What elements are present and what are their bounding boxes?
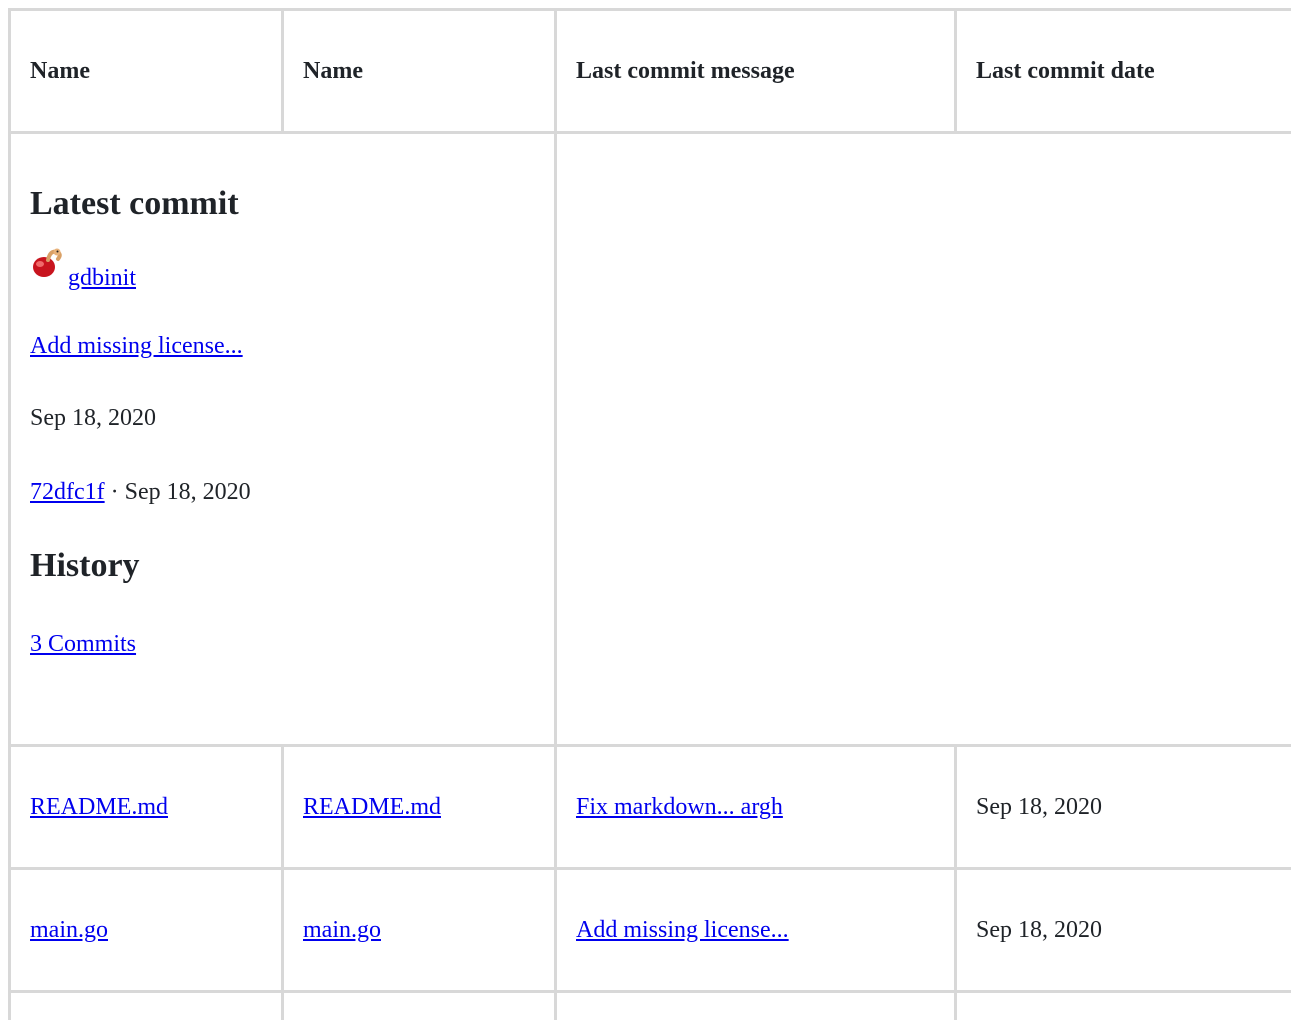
file-link-main-go[interactable]: main.go — [30, 917, 108, 943]
file-name-cell-2: main.go — [281, 867, 557, 993]
commit-sha-link[interactable]: 72dfc1f — [30, 479, 105, 505]
latest-commit-cell: Latest commit gdbinit Add missing licens… — [8, 131, 557, 747]
file-name-cell: README.md — [8, 744, 284, 870]
commit-message-link-main-go[interactable]: Add missing license... — [576, 917, 789, 943]
commit-sha-date: Sep 18, 2020 — [124, 479, 251, 505]
latest-commit-row: Latest commit gdbinit Add missing licens… — [8, 131, 1291, 747]
empty-cell — [281, 990, 557, 1020]
table-row: main.go main.go Add missing license... S… — [8, 867, 1291, 993]
latest-commit-date: Sep 18, 2020 — [30, 405, 156, 431]
table-row: README.md README.md Fix markdown... argh… — [8, 744, 1291, 870]
commit-message-cell: Fix markdown... argh — [554, 744, 957, 870]
column-header-name: Name — [8, 8, 284, 134]
column-header-last-commit-date: Last commit date — [954, 8, 1291, 134]
file-link-main-go-2[interactable]: main.go — [303, 917, 381, 943]
commits-count-link[interactable]: 3 Commits — [30, 631, 136, 657]
commit-author-link[interactable]: gdbinit — [68, 264, 136, 292]
file-link-readme[interactable]: README.md — [30, 794, 168, 820]
file-name-cell: main.go — [8, 867, 284, 993]
commit-sha-line: 72dfc1f · Sep 18, 2020 — [30, 478, 554, 506]
empty-cell — [954, 990, 1291, 1020]
file-name-cell-2: README.md — [281, 744, 557, 870]
commit-message-link-readme[interactable]: Fix markdown... argh — [576, 794, 783, 820]
sha-separator: · — [110, 479, 119, 505]
empty-cell — [8, 990, 284, 1020]
column-header-last-commit-message: Last commit message — [554, 8, 957, 134]
file-table: Name Name Last commit message Last commi… — [8, 8, 1291, 1020]
red-worm-avatar-icon — [30, 246, 64, 280]
table-header-row: Name Name Last commit message Last commi… — [8, 8, 1291, 134]
file-link-readme-2[interactable]: README.md — [303, 794, 441, 820]
empty-cell — [554, 990, 957, 1020]
latest-commit-empty-cell — [554, 131, 1291, 747]
latest-commit-heading: Latest commit — [30, 185, 239, 222]
commit-author: gdbinit — [30, 248, 554, 292]
commit-message-cell: Add missing license... — [554, 867, 957, 993]
table-row-partial — [8, 990, 1291, 1020]
commit-date-cell: Sep 18, 2020 — [954, 744, 1291, 870]
latest-commit-message-link[interactable]: Add missing license... — [30, 333, 243, 359]
history-heading: History — [30, 547, 140, 584]
commit-date-cell: Sep 18, 2020 — [954, 867, 1291, 993]
column-header-name-2: Name — [281, 8, 557, 134]
